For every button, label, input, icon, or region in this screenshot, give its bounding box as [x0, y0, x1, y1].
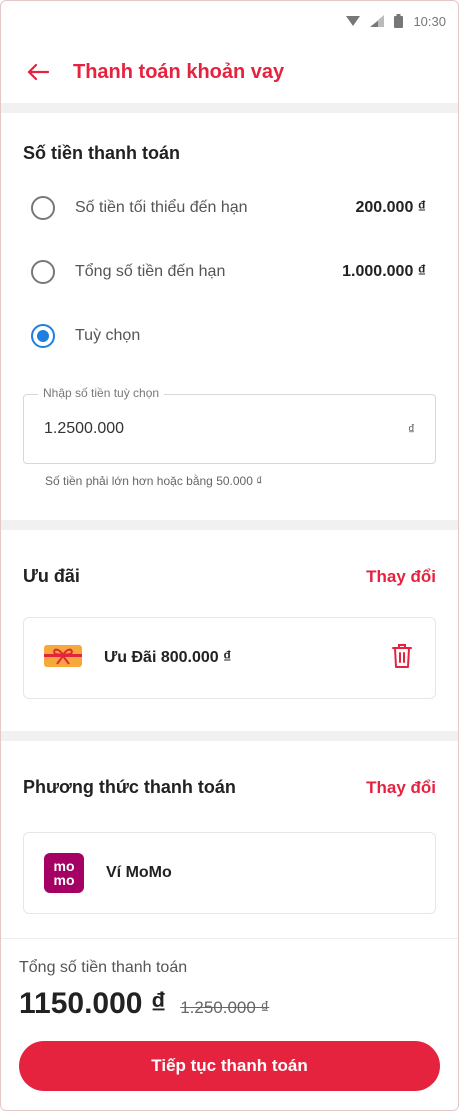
payment-summary: Tổng số tiền thanh toán 1150.000 ₫ 1.250…: [1, 938, 458, 1091]
custom-amount-field[interactable]: Nhập số tiền tuỳ chọn ₫: [23, 386, 436, 464]
momo-logo-text-top: mo: [53, 858, 75, 874]
payment-method-title: Phương thức thanh toán: [23, 777, 236, 797]
payment-method-header: Phương thức thanh toán Thay đổi: [23, 777, 436, 798]
status-time: 10:30: [413, 13, 446, 29]
trash-icon[interactable]: [391, 643, 413, 674]
total-amount: 1150.000 ₫: [19, 987, 167, 1020]
payment-method-label: Ví MoMo: [106, 864, 172, 881]
section-divider: [1, 731, 458, 741]
section-divider: [1, 520, 458, 530]
promotion-label: Ưu Đãi 800.000 ₫: [104, 649, 232, 666]
payment-method-card[interactable]: mo mo Ví MoMo: [23, 832, 436, 914]
option-custom[interactable]: Tuỳ chọn: [23, 304, 436, 368]
wifi-icon: [346, 15, 361, 27]
status-bar: 10:30: [1, 1, 458, 41]
momo-logo-text-bottom: mo: [53, 872, 75, 888]
original-amount: 1.250.000 ₫: [180, 998, 270, 1017]
radio-custom[interactable]: [31, 324, 55, 348]
option-amount: 200.000 ₫: [355, 199, 427, 216]
momo-logo-icon: mo mo: [44, 853, 84, 893]
promotion-change-link[interactable]: Thay đổi: [366, 567, 436, 587]
radio-total-due[interactable]: [31, 260, 55, 284]
total-row: 1150.000 ₫ 1.250.000 ₫: [19, 987, 440, 1021]
app-bar: Thanh toán khoản vay: [1, 41, 458, 103]
promotion-header: Ưu đãi Thay đổi: [23, 566, 436, 587]
option-label: Tổng số tiền đến hạn: [75, 263, 226, 280]
custom-amount-legend: Nhập số tiền tuỳ chọn: [38, 386, 165, 400]
section-divider: [1, 103, 458, 113]
signal-icon: [370, 15, 385, 27]
promotion-section: Ưu đãi Thay đổi Ưu Đãi 800.000 ₫: [1, 530, 458, 699]
promotion-card[interactable]: Ưu Đãi 800.000 ₫: [23, 617, 436, 699]
continue-payment-button[interactable]: Tiếp tục thanh toán: [19, 1041, 440, 1091]
option-label: Tuỳ chọn: [75, 327, 141, 344]
promotion-title: Ưu đãi: [23, 566, 80, 586]
payment-amount-section: Số tiền thanh toán Số tiền tối thiểu đến…: [1, 113, 458, 488]
screen: 10:30 Thanh toán khoản vay Số tiền thanh…: [0, 0, 459, 1111]
payment-amount-title: Số tiền thanh toán: [23, 143, 180, 163]
gift-voucher-icon: [44, 642, 82, 675]
total-label: Tổng số tiền thanh toán: [19, 959, 188, 976]
payment-method-section: Phương thức thanh toán Thay đổi mo mo Ví…: [1, 741, 458, 914]
currency-unit: ₫: [407, 421, 415, 437]
option-minimum-due[interactable]: Số tiền tối thiểu đến hạn 200.000 ₫: [23, 176, 436, 240]
option-total-due[interactable]: Tổng số tiền đến hạn 1.000.000 ₫: [23, 240, 436, 304]
battery-icon: [394, 14, 404, 28]
custom-amount-input[interactable]: [44, 420, 344, 438]
option-amount: 1.000.000 ₫: [342, 263, 426, 280]
radio-minimum-due[interactable]: [31, 196, 55, 220]
payment-method-change-link[interactable]: Thay đổi: [366, 778, 436, 798]
page-title: Thanh toán khoản vay: [73, 60, 285, 83]
custom-amount-hint: Số tiền phải lớn hơn hoặc bằng 50.000 ₫: [45, 474, 263, 488]
option-label: Số tiền tối thiểu đến hạn: [75, 199, 248, 216]
back-arrow-icon[interactable]: [27, 59, 50, 85]
